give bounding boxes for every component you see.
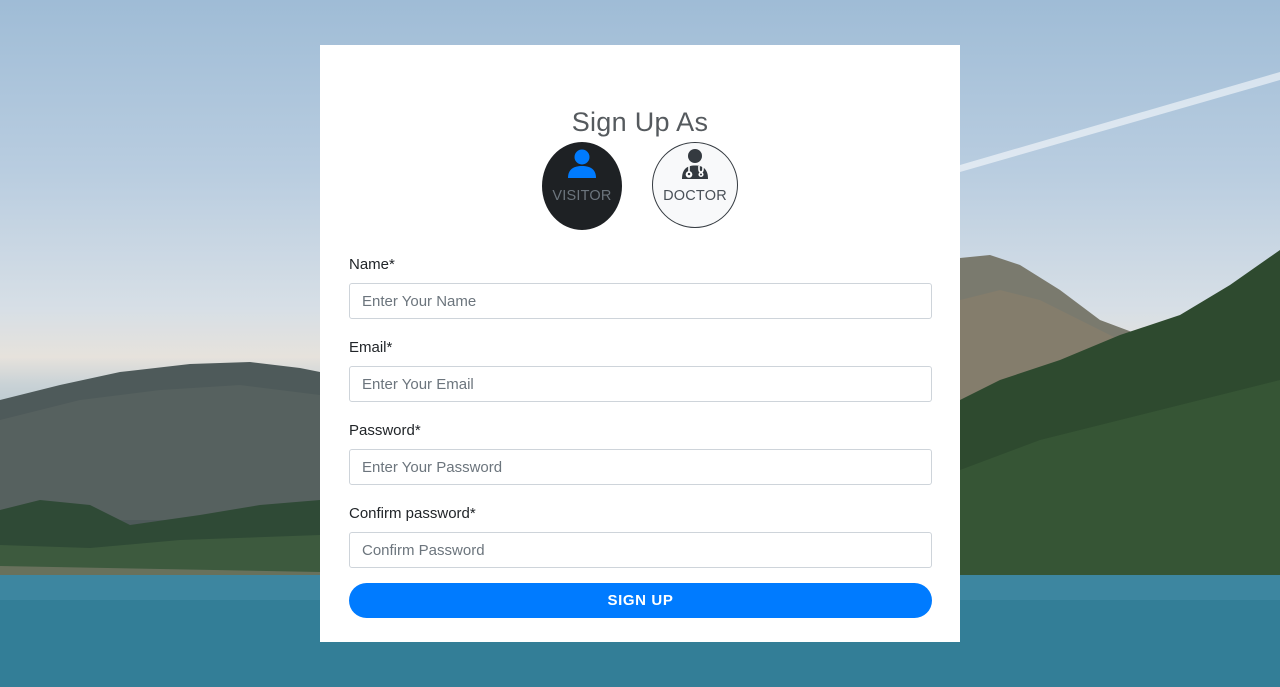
name-label: Name* xyxy=(349,256,395,273)
password-field-group: Password* xyxy=(349,421,932,485)
name-input[interactable] xyxy=(349,283,932,319)
user-icon xyxy=(568,149,596,178)
password-input[interactable] xyxy=(349,449,932,485)
signup-card: Sign Up As VISITOR DOCTOR Name* Enter Yo… xyxy=(320,45,960,642)
role-doctor-label: DOCTOR xyxy=(663,188,727,204)
confirm-password-field-group: Confirm password* xyxy=(349,504,932,568)
email-label: Email* xyxy=(349,339,393,356)
role-visitor-label: VISITOR xyxy=(552,188,612,204)
role-doctor-button[interactable]: DOCTOR xyxy=(652,142,738,228)
name-field-group: Name* xyxy=(349,255,932,319)
password-label: Password* xyxy=(349,422,421,439)
page-title: Sign Up As xyxy=(571,107,709,137)
role-selector: VISITOR DOCTOR xyxy=(349,142,931,230)
email-field-group: Email* xyxy=(349,338,932,402)
email-input[interactable] xyxy=(349,366,932,402)
role-visitor-button[interactable]: VISITOR xyxy=(542,142,622,230)
sign-up-button[interactable]: SIGN UP xyxy=(349,583,932,618)
signup-form: Name* Email* Password* Confirm password*… xyxy=(349,255,932,618)
confirm-password-input[interactable] xyxy=(349,532,932,568)
doctor-icon xyxy=(682,149,708,179)
confirm-password-label: Confirm password* xyxy=(349,505,476,522)
